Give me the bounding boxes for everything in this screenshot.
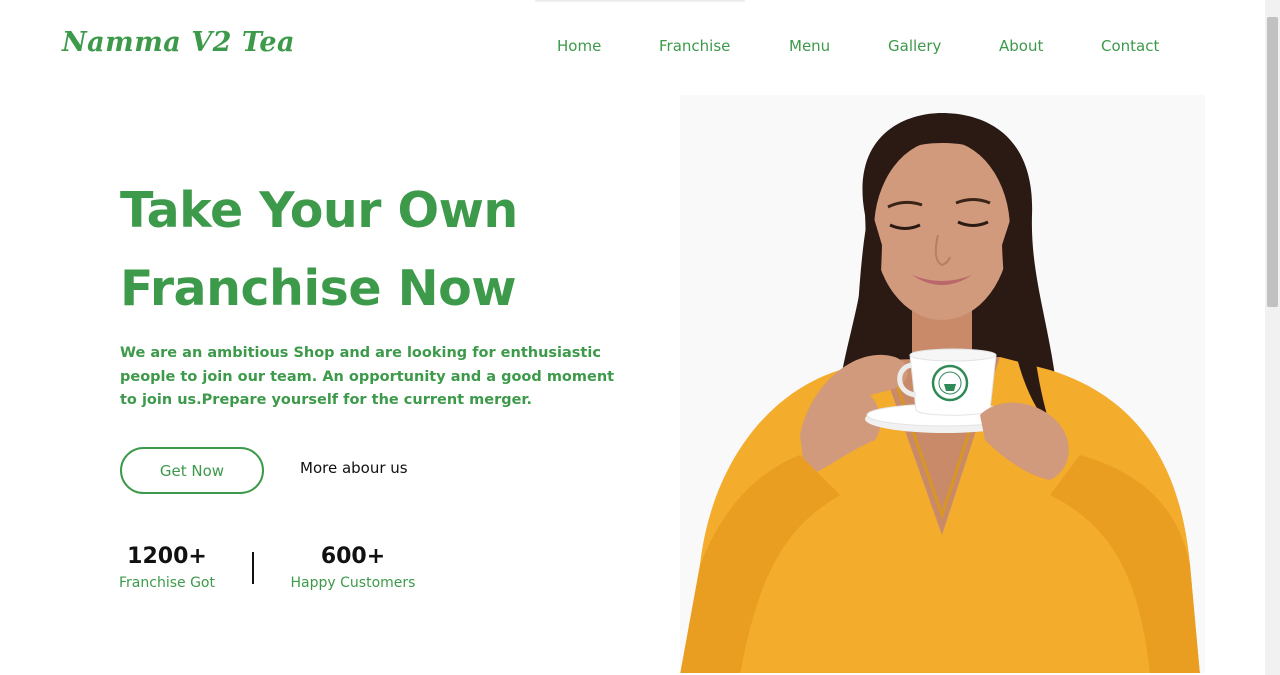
brand-logo[interactable]: Namma V2 Tea: [62, 27, 295, 58]
hero-title-line-2: Franchise Now: [120, 260, 517, 317]
stat-value: 1200+: [127, 544, 207, 569]
stat-label: Happy Customers: [290, 575, 416, 591]
nav-item-gallery[interactable]: Gallery: [888, 37, 941, 55]
nav-item-menu[interactable]: Menu: [789, 37, 830, 55]
nav-item-franchise[interactable]: Franchise: [659, 37, 730, 55]
top-shadow: [535, 0, 745, 3]
hero-description: We are an ambitious Shop and are looking…: [120, 345, 615, 408]
scrollbar-thumb[interactable]: [1267, 17, 1278, 307]
stat-label: Franchise Got: [119, 575, 215, 591]
nav-item-home[interactable]: Home: [557, 37, 601, 55]
stat-divider: [252, 552, 254, 584]
stat-value: 600+: [320, 544, 386, 569]
hero-image: [680, 95, 1205, 673]
more-about-us-link[interactable]: More abour us: [300, 459, 408, 477]
get-now-button[interactable]: Get Now: [120, 447, 264, 494]
hero-title-line-1: Take Your Own: [120, 182, 518, 239]
woman-drinking-tea-illustration: [680, 113, 1200, 673]
stat-customers: 600+ Happy Customers: [283, 542, 423, 594]
stat-franchise: 1200+ Franchise Got: [112, 542, 222, 594]
landing-page: Namma V2 Tea Home Franchise Menu Gallery…: [0, 0, 1265, 673]
nav-item-contact[interactable]: Contact: [1101, 37, 1159, 55]
hero-title: Take Your Own Franchise Now: [120, 172, 518, 328]
nav-item-about[interactable]: About: [999, 37, 1043, 55]
